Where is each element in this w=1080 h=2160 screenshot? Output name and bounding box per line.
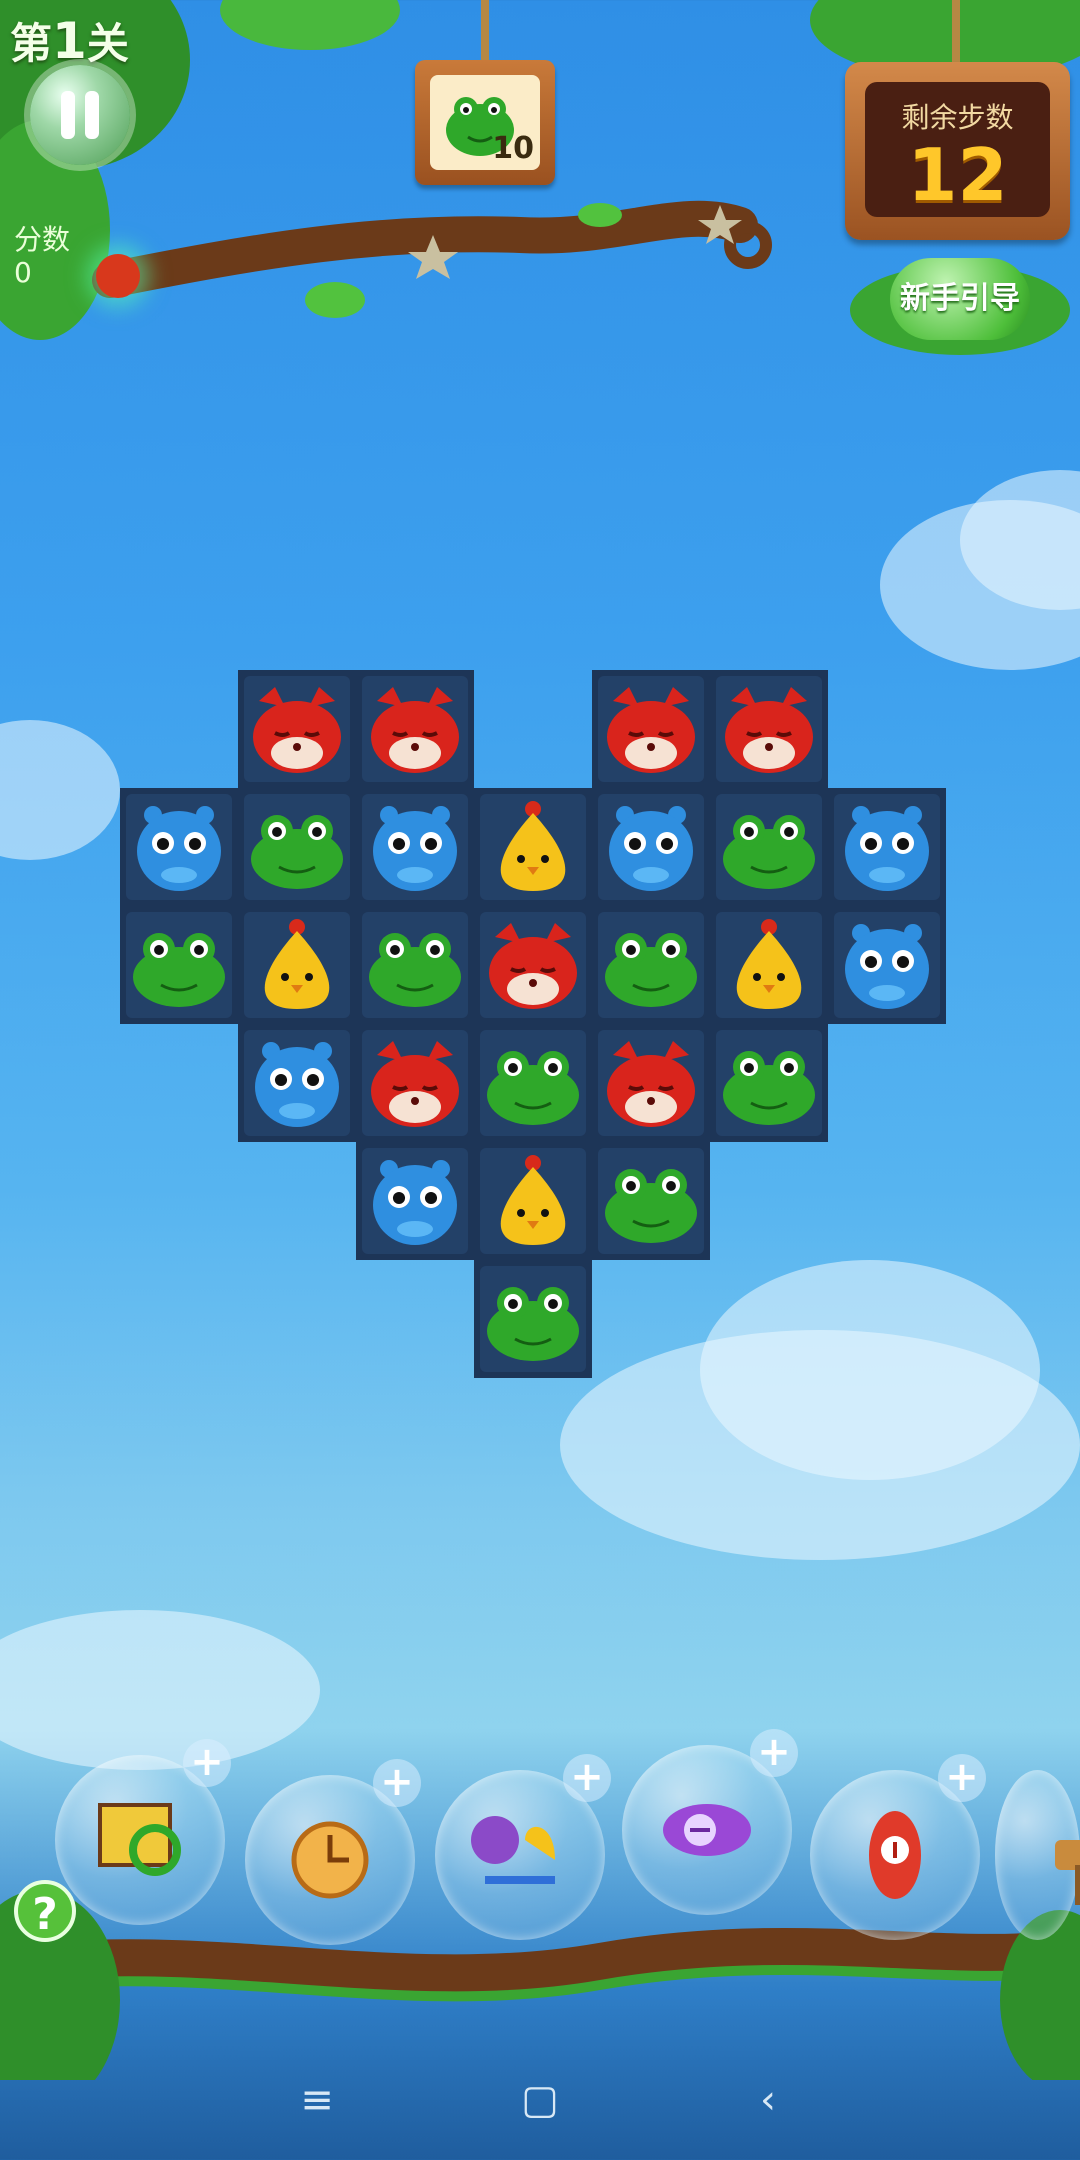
fox-piece[interactable] bbox=[481, 917, 585, 1013]
booster-add-button[interactable]: + bbox=[183, 1739, 231, 1787]
hippo-piece[interactable] bbox=[835, 917, 939, 1013]
frog-piece[interactable] bbox=[599, 1153, 703, 1249]
hippo-piece[interactable] bbox=[363, 799, 467, 895]
hippo-piece[interactable] bbox=[363, 1153, 467, 1249]
fox-piece[interactable] bbox=[599, 681, 703, 777]
home-nav-button[interactable]: ▢ bbox=[510, 2070, 570, 2130]
hippo-piece[interactable] bbox=[127, 799, 231, 895]
frog-piece[interactable] bbox=[245, 799, 349, 895]
fox-piece[interactable] bbox=[363, 1035, 467, 1131]
booster-add-button[interactable]: + bbox=[750, 1729, 798, 1777]
chick-piece[interactable] bbox=[245, 917, 349, 1013]
game-board bbox=[0, 0, 1080, 1500]
fox-piece[interactable] bbox=[717, 681, 821, 777]
chick-piece[interactable] bbox=[481, 799, 585, 895]
hippo-piece[interactable] bbox=[245, 1035, 349, 1131]
frog-piece[interactable] bbox=[127, 917, 231, 1013]
frog-piece[interactable] bbox=[481, 1271, 585, 1367]
frog-piece[interactable] bbox=[599, 917, 703, 1013]
hippo-piece[interactable] bbox=[599, 799, 703, 895]
fox-piece[interactable] bbox=[363, 681, 467, 777]
frog-piece[interactable] bbox=[717, 1035, 821, 1131]
chick-piece[interactable] bbox=[717, 917, 821, 1013]
back-nav-button[interactable]: ‹ bbox=[738, 2070, 798, 2130]
frog-piece[interactable] bbox=[481, 1035, 585, 1131]
frog-piece[interactable] bbox=[363, 917, 467, 1013]
booster-add-button[interactable]: + bbox=[373, 1759, 421, 1807]
booster-add-button[interactable]: + bbox=[938, 1754, 986, 1802]
help-button[interactable]: ? bbox=[14, 1880, 76, 1942]
booster-add-button[interactable]: + bbox=[563, 1754, 611, 1802]
fox-piece[interactable] bbox=[245, 681, 349, 777]
menu-nav-button[interactable]: ≡ bbox=[287, 2070, 347, 2130]
fox-piece[interactable] bbox=[599, 1035, 703, 1131]
hammer-icon bbox=[1055, 1840, 1080, 1905]
booster-hammer-button[interactable] bbox=[995, 1770, 1080, 1940]
chick-piece[interactable] bbox=[481, 1153, 585, 1249]
hippo-piece[interactable] bbox=[835, 799, 939, 895]
frog-piece[interactable] bbox=[717, 799, 821, 895]
